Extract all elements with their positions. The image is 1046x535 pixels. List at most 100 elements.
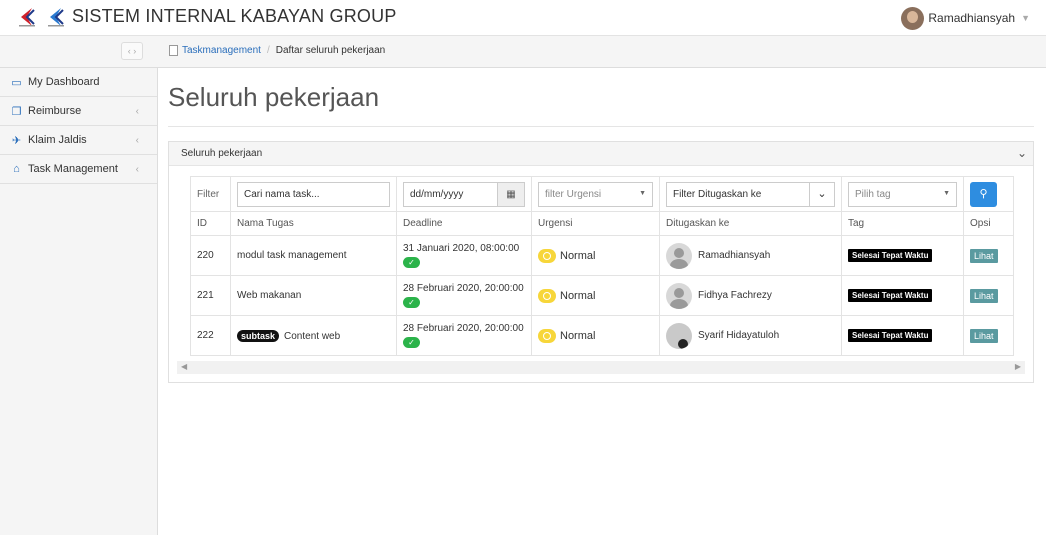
urgency-icon: [538, 328, 556, 343]
cell-id: 221: [190, 275, 231, 316]
title-divider: [168, 126, 1034, 127]
check-circle-icon: ✓: [403, 257, 420, 268]
assignee-name: Fidhya Fachrezy: [698, 290, 772, 301]
lihat-button[interactable]: Lihat: [970, 248, 998, 263]
task-name: modul task management: [237, 250, 347, 261]
check-circle-icon: ✓: [403, 297, 420, 308]
filter-label: Filter: [197, 188, 220, 200]
urgency-label: Normal: [560, 329, 596, 342]
urgency-icon: [538, 288, 556, 303]
sidebar-item-task-management[interactable]: ⌂ Task Management ‹: [0, 155, 157, 184]
scroll-right-icon[interactable]: ▶: [1015, 362, 1021, 371]
breadcrumb-link-taskmanagement[interactable]: Taskmanagement: [182, 45, 261, 56]
breadcrumb: Taskmanagement / Daftar seluruh pekerjaa…: [169, 45, 385, 56]
monitor-icon: ▭: [11, 76, 22, 89]
table-row: 221 Web makanan 28 Februari 2020, 20:00:…: [190, 275, 1014, 316]
deadline-date-input[interactable]: dd/mm/yyyy ▦: [403, 181, 525, 207]
cell-id: 220: [190, 235, 231, 276]
table-header-row: ID Nama Tugas Deadline Urgensi Ditugaska…: [190, 211, 1014, 236]
plane-icon: ✈: [11, 134, 22, 147]
chevron-down-icon[interactable]: ⌄: [1017, 146, 1027, 160]
panel-title: Seluruh pekerjaan: [181, 148, 263, 159]
file-icon: [169, 45, 178, 56]
header-id[interactable]: ID: [190, 211, 231, 236]
horizontal-scrollbar[interactable]: ◀ ▶: [177, 361, 1025, 374]
user-menu[interactable]: Ramadhiansyah ▼: [901, 6, 1030, 30]
company-logo-2: [48, 8, 64, 27]
company-logo-1: [19, 8, 35, 27]
caret-down-icon: ▼: [943, 189, 950, 197]
page-title: Seluruh pekerjaan: [168, 82, 380, 112]
tasks-panel: Seluruh pekerjaan ⌄ Filter Cari nama tas…: [168, 141, 1034, 383]
sidebar-item-dashboard[interactable]: ▭ My Dashboard: [0, 68, 157, 97]
chevron-down-icon[interactable]: ⌄: [809, 182, 834, 206]
task-name: Content web: [284, 330, 341, 342]
ditugaskan-filter-select[interactable]: Filter Ditugaskan ke ⌄: [666, 181, 835, 207]
deadline-text: 28 Februari 2020, 20:00:00: [403, 323, 524, 334]
user-avatar[interactable]: [901, 6, 925, 30]
sidebar-item-reimburse[interactable]: ❐ Reimburse ‹: [0, 97, 157, 126]
sidebar-item-label: Klaim Jaldis: [28, 134, 87, 146]
lihat-button[interactable]: Lihat: [970, 328, 998, 343]
sidebar-item-label: My Dashboard: [28, 76, 100, 88]
sidebar-item-klaim-jaldis[interactable]: ✈ Klaim Jaldis ‹: [0, 126, 157, 155]
top-navbar: SISTEM INTERNAL KABAYAN GROUP Ramadhians…: [0, 0, 1046, 36]
lihat-button[interactable]: Lihat: [970, 288, 998, 303]
chevron-left-icon: ‹: [135, 163, 139, 175]
sidebar: ▭ My Dashboard ❐ Reimburse ‹ ✈ Klaim Jal…: [0, 68, 158, 535]
filter-row: Filter Cari nama task... dd/mm/yyyy ▦ fil…: [190, 176, 1014, 212]
header-urgensi[interactable]: Urgensi: [531, 211, 660, 236]
chevron-left-icon: ‹: [135, 105, 139, 117]
assignee-avatar: [666, 322, 692, 349]
urgensi-placeholder: filter Urgensi: [545, 188, 602, 200]
user-name[interactable]: Ramadhiansyah: [928, 11, 1015, 25]
urgency-label: Normal: [560, 249, 596, 262]
app-title: SISTEM INTERNAL KABAYAN GROUP: [72, 6, 397, 26]
copy-icon: ❐: [11, 105, 22, 118]
assignee-name: Ramadhiansyah: [698, 250, 771, 261]
date-placeholder: dd/mm/yyyy: [410, 188, 464, 200]
ditugaskan-placeholder: Filter Ditugaskan ke: [673, 188, 762, 200]
calendar-icon[interactable]: ▦: [497, 182, 524, 206]
tasks-table: Filter Cari nama task... dd/mm/yyyy ▦ fil…: [190, 176, 1014, 356]
assignee-name: Syarif Hidayatuloh: [698, 330, 780, 341]
tag-badge: Selesai Tepat Waktu: [848, 289, 933, 302]
header-opsi[interactable]: Opsi: [963, 211, 1014, 236]
tag-placeholder: Pilih tag: [855, 188, 891, 200]
table-row: 220 modul task management 31 Januari 202…: [190, 235, 1014, 276]
cell-id: 222: [190, 315, 231, 356]
home-icon: ⌂: [13, 163, 20, 175]
search-icon: ⚲: [979, 187, 988, 200]
chevron-down-icon[interactable]: ▼: [1021, 13, 1030, 23]
urgency-icon: [538, 248, 556, 263]
subtask-badge: subtask: [237, 329, 280, 342]
urgency-label: Normal: [560, 289, 596, 302]
urgensi-filter-select[interactable]: filter Urgensi ▼: [538, 181, 653, 207]
deadline-text: 28 Februari 2020, 20:00:00: [403, 283, 524, 294]
breadcrumb-separator: /: [266, 45, 270, 56]
task-name: Web makanan: [237, 290, 302, 301]
sidebar-item-label: Task Management: [28, 163, 118, 175]
tag-badge: Selesai Tepat Waktu: [848, 329, 933, 342]
sidebar-item-label: Reimburse: [28, 105, 82, 117]
deadline-text: 31 Januari 2020, 08:00:00: [403, 243, 520, 254]
search-button[interactable]: ⚲: [970, 181, 997, 207]
breadcrumb-current: Daftar seluruh pekerjaan: [275, 45, 386, 56]
breadcrumb-bar: ‹ › Taskmanagement / Daftar seluruh peke…: [0, 36, 1046, 68]
caret-down-icon: ▼: [639, 189, 646, 197]
header-ditugaskan[interactable]: Ditugaskan ke: [659, 211, 842, 236]
check-circle-icon: ✓: [403, 337, 420, 348]
assignee-avatar: [666, 242, 692, 269]
sidebar-toggle-button[interactable]: ‹ ›: [121, 42, 143, 60]
tag-badge: Selesai Tepat Waktu: [848, 249, 933, 262]
task-name-search-input[interactable]: Cari nama task...: [237, 181, 390, 207]
scroll-left-icon[interactable]: ◀: [181, 362, 187, 371]
chevron-left-icon: ‹: [135, 134, 139, 146]
tag-filter-select[interactable]: Pilih tag ▼: [848, 181, 957, 207]
table-row: 222 subtask Content web 28 Februari 2020,…: [190, 315, 1014, 356]
assignee-avatar: [666, 282, 692, 309]
header-nama-tugas[interactable]: Nama Tugas: [230, 211, 397, 236]
panel-header[interactable]: Seluruh pekerjaan ⌄: [169, 142, 1033, 166]
header-tag[interactable]: Tag: [841, 211, 964, 236]
header-deadline[interactable]: Deadline: [396, 211, 532, 236]
